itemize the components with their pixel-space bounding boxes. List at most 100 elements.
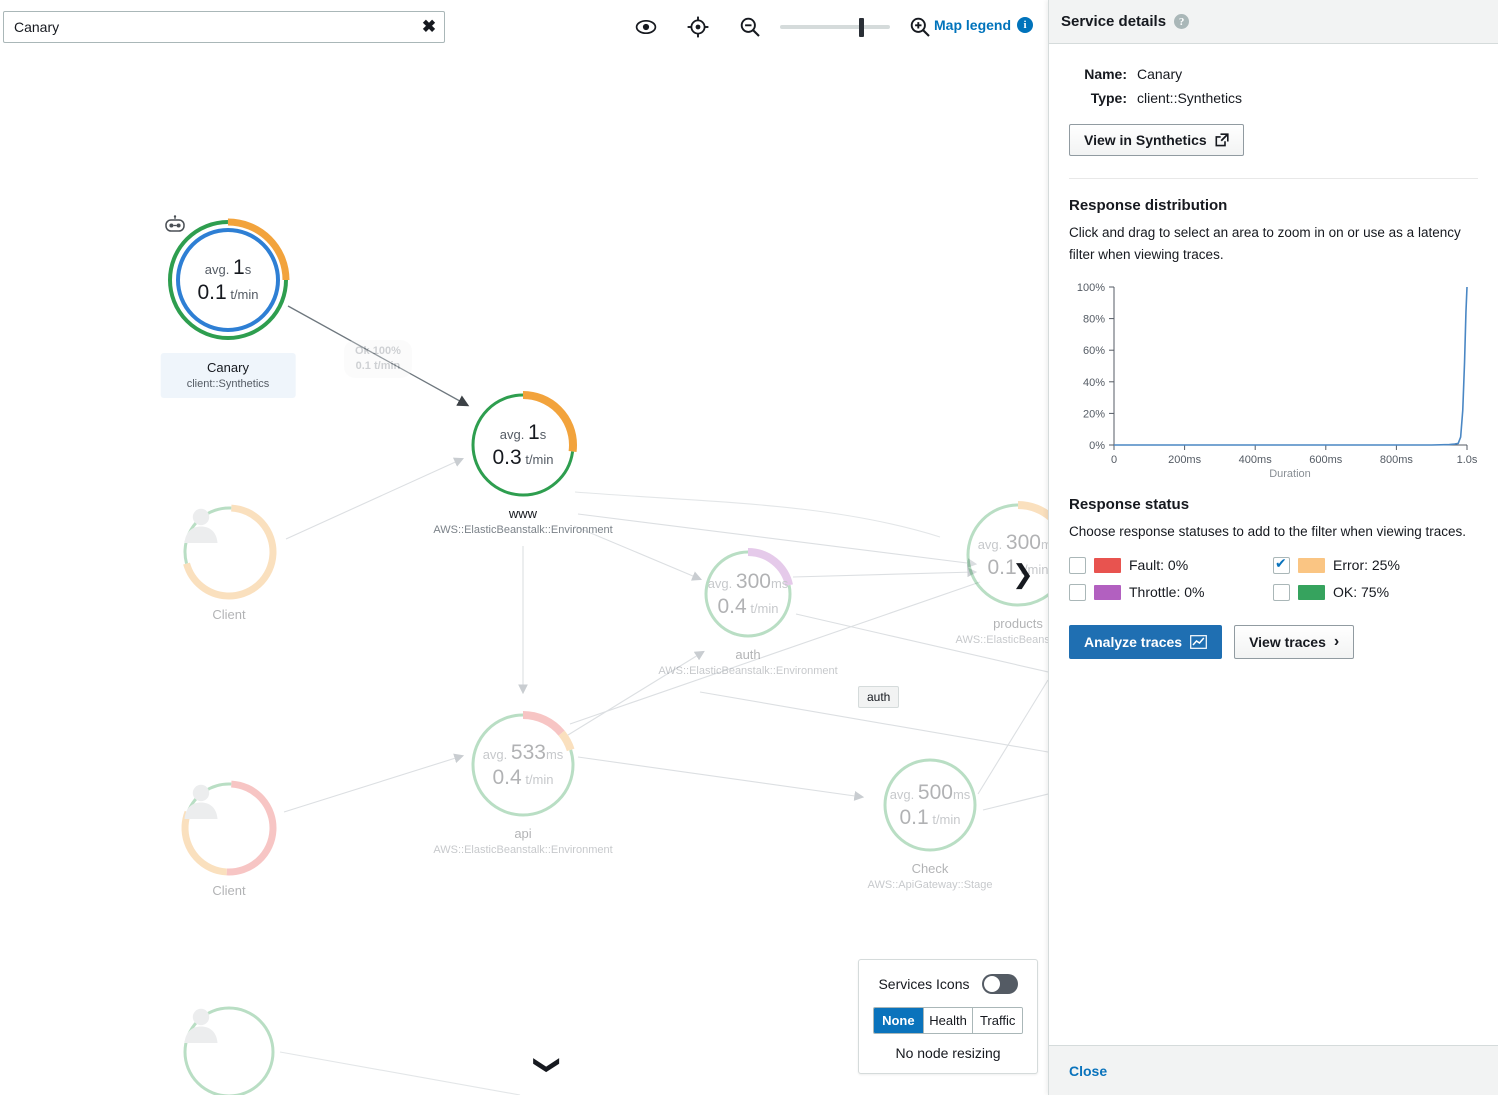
service-node-client-3[interactable] (180, 1003, 278, 1095)
map-toolbar: ✖ (0, 0, 1048, 52)
node-sizing-segmented-control[interactable]: None Health Traffic (873, 1007, 1023, 1034)
expand-right-icon[interactable]: ❯ (1012, 562, 1034, 588)
service-node-auth[interactable]: avg. 300ms 0.4 t/min auth AWS::ElasticBe… (701, 547, 795, 641)
ok-checkbox[interactable] (1273, 584, 1290, 601)
panel-body: Name: Canary Type: client::Synthetics Vi… (1049, 44, 1498, 659)
check-node-metrics: avg. 500ms 0.1 t/min (880, 755, 980, 855)
map-legend-link[interactable]: Map legend i (934, 17, 1033, 33)
external-link-icon (1215, 133, 1229, 147)
api-node-name: api (393, 826, 653, 841)
sizing-option-traffic[interactable]: Traffic (972, 1008, 1022, 1033)
canary-node-label[interactable]: Canary client::Synthetics (161, 353, 296, 398)
response-distribution-desc: Click and drag to select an area to zoom… (1069, 222, 1478, 267)
edge-label-line2: 0.1 t/min (355, 359, 401, 374)
products-node-label[interactable]: products AWS::ElasticBeanstalk::E (888, 616, 1048, 646)
view-traces-button[interactable]: View traces › (1234, 625, 1354, 659)
view-in-synthetics-button[interactable]: View in Synthetics (1069, 124, 1244, 156)
error-checkbox[interactable] (1273, 557, 1290, 574)
detail-name-row: Name: Canary (1069, 66, 1478, 82)
status-option-error[interactable]: Error: 25% (1273, 557, 1478, 574)
detail-name-key: Name: (1069, 66, 1127, 82)
zoom-slider-knob[interactable] (859, 18, 864, 37)
svg-text:80%: 80% (1083, 313, 1105, 325)
zoom-slider[interactable] (780, 10, 890, 44)
auth-latency: avg. 300ms (708, 570, 789, 594)
panel-header: Service details ? (1049, 0, 1498, 44)
throttle-label: Throttle: 0% (1129, 584, 1204, 600)
service-node-www[interactable]: avg. 1s 0.3 t/min www AWS::ElasticBeanst… (468, 390, 578, 500)
response-distribution-chart[interactable]: 0%20%40%60%80%100% 0200ms400ms600ms800ms… (1069, 277, 1479, 482)
crosshair-icon[interactable] (672, 10, 724, 44)
api-latency: avg. 533ms (483, 741, 564, 765)
detail-name-value: Canary (1137, 66, 1182, 82)
status-option-fault[interactable]: Fault: 0% (1069, 557, 1273, 574)
service-node-client-1[interactable]: Client (180, 503, 278, 601)
ok-color-swatch (1298, 585, 1325, 600)
map-legend-label: Map legend (934, 17, 1011, 33)
products-node-name: products (888, 616, 1048, 631)
info-icon[interactable]: i (1017, 17, 1033, 33)
auth-node-label[interactable]: auth AWS::ElasticBeanstalk::Environment (618, 647, 878, 677)
search-input[interactable] (4, 12, 414, 42)
map-settings-card[interactable]: Services Icons None Health Traffic No no… (858, 959, 1038, 1074)
www-rate: 0.3 t/min (493, 446, 554, 470)
auth-tooltip-chip: auth (858, 686, 899, 708)
svg-text:100%: 100% (1077, 282, 1105, 294)
detail-type-key: Type: (1069, 90, 1127, 106)
client1-node-label[interactable]: Client (99, 607, 359, 622)
www-latency: avg. 1s (500, 421, 546, 445)
service-map-canvas[interactable]: avg. 1s 0.1 t/min Canary client::Synthet… (0, 52, 1048, 1095)
svg-text:200ms: 200ms (1168, 454, 1202, 466)
status-option-ok[interactable]: OK: 75% (1273, 584, 1478, 601)
svg-text:Duration: Duration (1269, 468, 1311, 480)
clear-search-icon[interactable]: ✖ (414, 12, 444, 42)
www-node-label[interactable]: www AWS::ElasticBeanstalk::Environment (393, 506, 653, 536)
throttle-checkbox[interactable] (1069, 584, 1086, 601)
close-button[interactable]: Close (1069, 1063, 1107, 1079)
svg-text:40%: 40% (1083, 376, 1105, 388)
api-node-metrics: avg. 533ms 0.4 t/min (468, 710, 578, 820)
sizing-option-none[interactable]: None (874, 1008, 923, 1033)
analyze-traces-label: Analyze traces (1084, 634, 1182, 650)
client2-node-label[interactable]: Client (99, 883, 359, 898)
service-node-canary[interactable]: avg. 1s 0.1 t/min Canary client::Synthet… (163, 215, 293, 345)
analyze-traces-button[interactable]: Analyze traces (1069, 625, 1222, 659)
service-node-products[interactable]: avg. 300ms 0.1 t/min products AWS::Elast… (963, 500, 1048, 610)
search-box[interactable]: ✖ (3, 11, 445, 43)
services-icons-row[interactable]: Services Icons (873, 974, 1023, 994)
svg-text:0: 0 (1111, 454, 1117, 466)
www-node-name: www (393, 506, 653, 521)
service-node-client-2[interactable]: Client (180, 779, 278, 877)
zoom-slider-track (780, 25, 890, 29)
svg-text:600ms: 600ms (1309, 454, 1343, 466)
sizing-option-health[interactable]: Health (923, 1008, 973, 1033)
check-node-type: AWS::ApiGateway::Stage (800, 879, 1048, 891)
zoom-out-icon[interactable] (724, 10, 776, 44)
service-node-check[interactable]: avg. 500ms 0.1 t/min Check AWS::ApiGatew… (880, 755, 980, 855)
svg-text:60%: 60% (1083, 345, 1105, 357)
expand-down-icon[interactable]: ❮ (532, 1054, 558, 1076)
edge-label-line1: Ok 100% (355, 344, 401, 359)
fault-checkbox[interactable] (1069, 557, 1086, 574)
check-latency: avg. 500ms (890, 781, 971, 805)
view-in-synthetics-label: View in Synthetics (1084, 132, 1207, 148)
services-icons-toggle[interactable] (982, 974, 1018, 994)
check-node-label[interactable]: Check AWS::ApiGateway::Stage (800, 861, 1048, 891)
response-distribution-title: Response distribution (1069, 197, 1478, 214)
products-node-metrics: avg. 300ms 0.1 t/min (963, 500, 1048, 610)
error-label: Error: 25% (1333, 557, 1400, 573)
view-traces-label: View traces (1249, 634, 1326, 650)
help-icon[interactable]: ? (1174, 14, 1189, 29)
api-node-label[interactable]: api AWS::ElasticBeanstalk::Environment (393, 826, 653, 856)
ok-label: OK: 75% (1333, 584, 1389, 600)
status-option-throttle[interactable]: Throttle: 0% (1069, 584, 1273, 601)
response-status-title: Response status (1069, 496, 1478, 513)
service-node-api[interactable]: avg. 533ms 0.4 t/min api AWS::ElasticBea… (468, 710, 578, 820)
auth-rate: 0.4 t/min (718, 595, 779, 619)
analytics-chart-icon (1190, 635, 1207, 649)
auth-node-type: AWS::ElasticBeanstalk::Environment (618, 665, 878, 677)
svg-text:800ms: 800ms (1380, 454, 1414, 466)
canary-node-metrics: avg. 1s 0.1 t/min (163, 215, 293, 345)
edge-label-canary-www: Ok 100% 0.1 t/min (344, 340, 412, 378)
eye-icon[interactable] (620, 10, 672, 44)
